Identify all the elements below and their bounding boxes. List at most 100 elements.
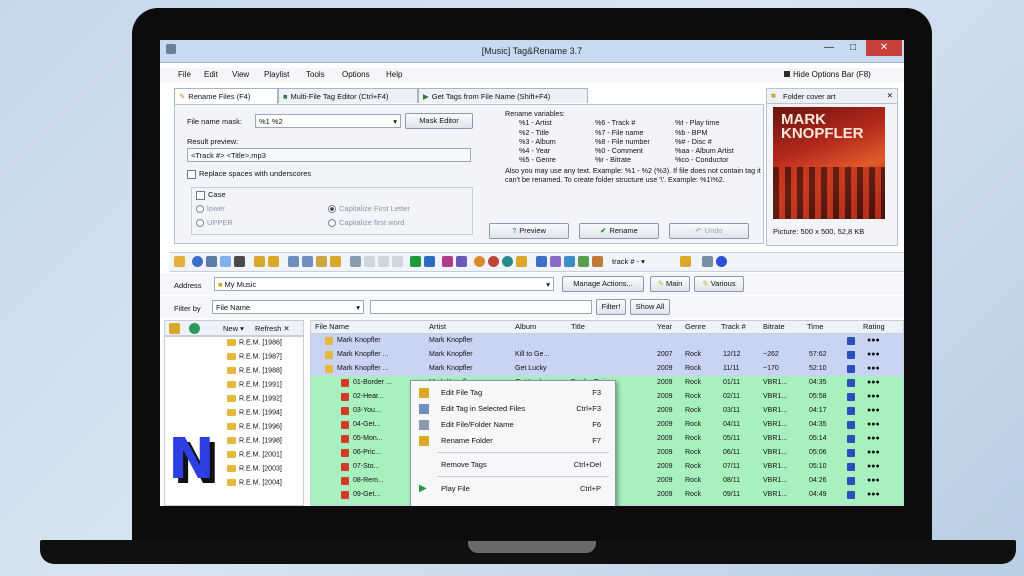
info-icon[interactable]	[716, 256, 727, 267]
tag-icon[interactable]	[254, 256, 265, 267]
rating-dots[interactable]: ●●●	[867, 460, 880, 474]
rating-dots[interactable]: ●●●	[867, 474, 880, 488]
number-icon[interactable]	[578, 256, 589, 267]
cut-icon[interactable]	[378, 256, 389, 267]
case-icon[interactable]	[564, 256, 575, 267]
options-icon[interactable]	[680, 256, 691, 267]
tree-item[interactable]: R.E.M. [1986]	[227, 339, 282, 346]
menu-item-rename-folder[interactable]: Rename Folder F7	[411, 433, 615, 449]
edit-multi-icon[interactable]	[302, 256, 313, 267]
maximize-icon[interactable]: □	[840, 40, 866, 56]
sort-up-icon[interactable]	[442, 256, 453, 267]
play-icon[interactable]	[410, 256, 421, 267]
tree-item[interactable]: R.E.M. [2004]	[227, 479, 282, 486]
rating-dots[interactable]: ●●●	[867, 334, 880, 348]
column-header[interactable]: Artist	[429, 322, 446, 331]
rating-dots[interactable]: ●●●	[867, 390, 880, 404]
close-cover-tab-icon[interactable]: ✕	[887, 91, 893, 100]
filter-button[interactable]: Filter!	[596, 299, 626, 315]
tree-item[interactable]: R.E.M. [2003]	[227, 465, 282, 472]
capitalize-first-letter-radio[interactable]: Capitalize First Letter	[328, 204, 410, 214]
case-upper-radio[interactable]: UPPER	[196, 218, 233, 228]
menu-tools[interactable]: Tools	[306, 70, 325, 79]
refresh-icon[interactable]	[192, 256, 203, 267]
folder-up-icon[interactable]	[169, 323, 180, 334]
case-lower-radio[interactable]: lower	[196, 204, 225, 214]
menu-item-play-file[interactable]: ▶ Play File Ctrl+P	[411, 481, 615, 497]
playlist-icon[interactable]	[424, 256, 435, 267]
capitalize-first-word-radio[interactable]: Capitalize first word	[328, 218, 404, 228]
undo-button[interactable]: ↶ Undo	[669, 223, 749, 239]
open-folder-icon[interactable]	[174, 256, 185, 267]
tree-item[interactable]: R.E.M. [1988]	[227, 367, 282, 374]
preview-button[interactable]: ? Preview	[489, 223, 569, 239]
mask-editor-button[interactable]: Mask Editor	[405, 113, 473, 129]
column-header[interactable]: Bitrate	[763, 322, 785, 331]
rating-dots[interactable]: ●●●	[867, 362, 880, 376]
tag-copy-icon[interactable]	[268, 256, 279, 267]
filter-field-select[interactable]: File Name ▾	[212, 300, 364, 314]
paste-icon[interactable]	[364, 256, 375, 267]
menu-item-edit-file-folder-name[interactable]: Edit File/Folder Name F6	[411, 417, 615, 433]
column-header[interactable]: Genre	[685, 322, 706, 331]
export-icon[interactable]	[330, 256, 341, 267]
column-header[interactable]: Year	[657, 322, 672, 331]
menu-edit[interactable]: Edit	[204, 70, 218, 79]
rating-dots[interactable]: ●●●	[867, 418, 880, 432]
menu-item-edit-file-tag[interactable]: Edit File Tag F3	[411, 385, 615, 401]
hide-options-button[interactable]: Hide Options Bar (F8)	[784, 70, 871, 79]
replace-spaces-checkbox[interactable]: Replace spaces with underscores	[187, 169, 311, 179]
filter-text-input[interactable]	[370, 300, 592, 314]
refresh-tree-button[interactable]: Refresh ✕	[255, 324, 290, 333]
cd-icon[interactable]	[488, 256, 499, 267]
folder-tag-icon[interactable]	[516, 256, 527, 267]
rating-dots[interactable]: ●●●	[867, 404, 880, 418]
minimize-icon[interactable]: —	[816, 40, 842, 56]
delete-icon[interactable]	[392, 256, 403, 267]
rating-dots[interactable]: ●●●	[867, 488, 880, 502]
save-icon[interactable]	[536, 256, 547, 267]
menu-playlist[interactable]: Playlist	[264, 70, 289, 79]
rating-dots[interactable]: ●●●	[867, 348, 880, 362]
column-header[interactable]: Rating	[863, 322, 885, 331]
show-all-button[interactable]: Show All	[630, 299, 670, 315]
menu-help[interactable]: Help	[386, 70, 402, 79]
tree-item[interactable]: R.E.M. [1992]	[227, 395, 282, 402]
settings-icon[interactable]	[702, 256, 713, 267]
menu-file[interactable]: File	[178, 70, 191, 79]
folder-row[interactable]: Mark Knopfler ... Mark Knopfler Kill to Ge…	[311, 348, 903, 362]
go-icon[interactable]	[189, 323, 200, 334]
folder-row[interactable]: Mark Knopfler Mark Knopfler ●●●	[311, 334, 903, 348]
menu-view[interactable]: View	[232, 70, 249, 79]
address-input[interactable]: ■ My Music ▾	[214, 277, 554, 291]
tree-item[interactable]: R.E.M. [1998]	[227, 437, 282, 444]
column-header[interactable]: Title	[571, 322, 585, 331]
menu-options[interactable]: Options	[342, 70, 370, 79]
tree-item[interactable]: R.E.M. [1996]	[227, 423, 282, 430]
cover-icon[interactable]	[316, 256, 327, 267]
column-header[interactable]: File Name	[315, 322, 349, 331]
rating-dots[interactable]: ●●●	[867, 502, 880, 505]
column-header[interactable]: Track #	[721, 322, 746, 331]
main-action-button[interactable]: ✎ Main	[650, 276, 690, 292]
tab-rename-files[interactable]: ✎ Rename Files (F4)	[174, 88, 278, 104]
mask-input[interactable]: %1 %2 ▾	[255, 114, 401, 128]
tree-item[interactable]: R.E.M. [1987]	[227, 353, 282, 360]
manage-actions-button[interactable]: Manage Actions...	[562, 276, 644, 292]
clean-icon[interactable]	[550, 256, 561, 267]
edit-icon[interactable]	[288, 256, 299, 267]
web-icon[interactable]	[474, 256, 485, 267]
globe-icon[interactable]	[502, 256, 513, 267]
grid-icon[interactable]	[234, 256, 245, 267]
cover-art-tab[interactable]: ■ Folder cover art ✕	[767, 89, 897, 104]
track-number-dropdown[interactable]: track # - ▾	[612, 257, 645, 266]
various-action-button[interactable]: ✎ Various	[694, 276, 744, 292]
tab-multi-file-tag-editor[interactable]: ■ Multi-File Tag Editor (Ctrl+F4)	[278, 88, 418, 103]
new-folder-button[interactable]: New ▾	[223, 324, 244, 333]
rating-dots[interactable]: ●●●	[867, 376, 880, 390]
case-checkbox[interactable]: Case	[196, 190, 226, 200]
rename-button[interactable]: ✔ Rename	[579, 223, 659, 239]
sort-down-icon[interactable]	[456, 256, 467, 267]
select-icon[interactable]	[220, 256, 231, 267]
rating-dots[interactable]: ●●●	[867, 446, 880, 460]
